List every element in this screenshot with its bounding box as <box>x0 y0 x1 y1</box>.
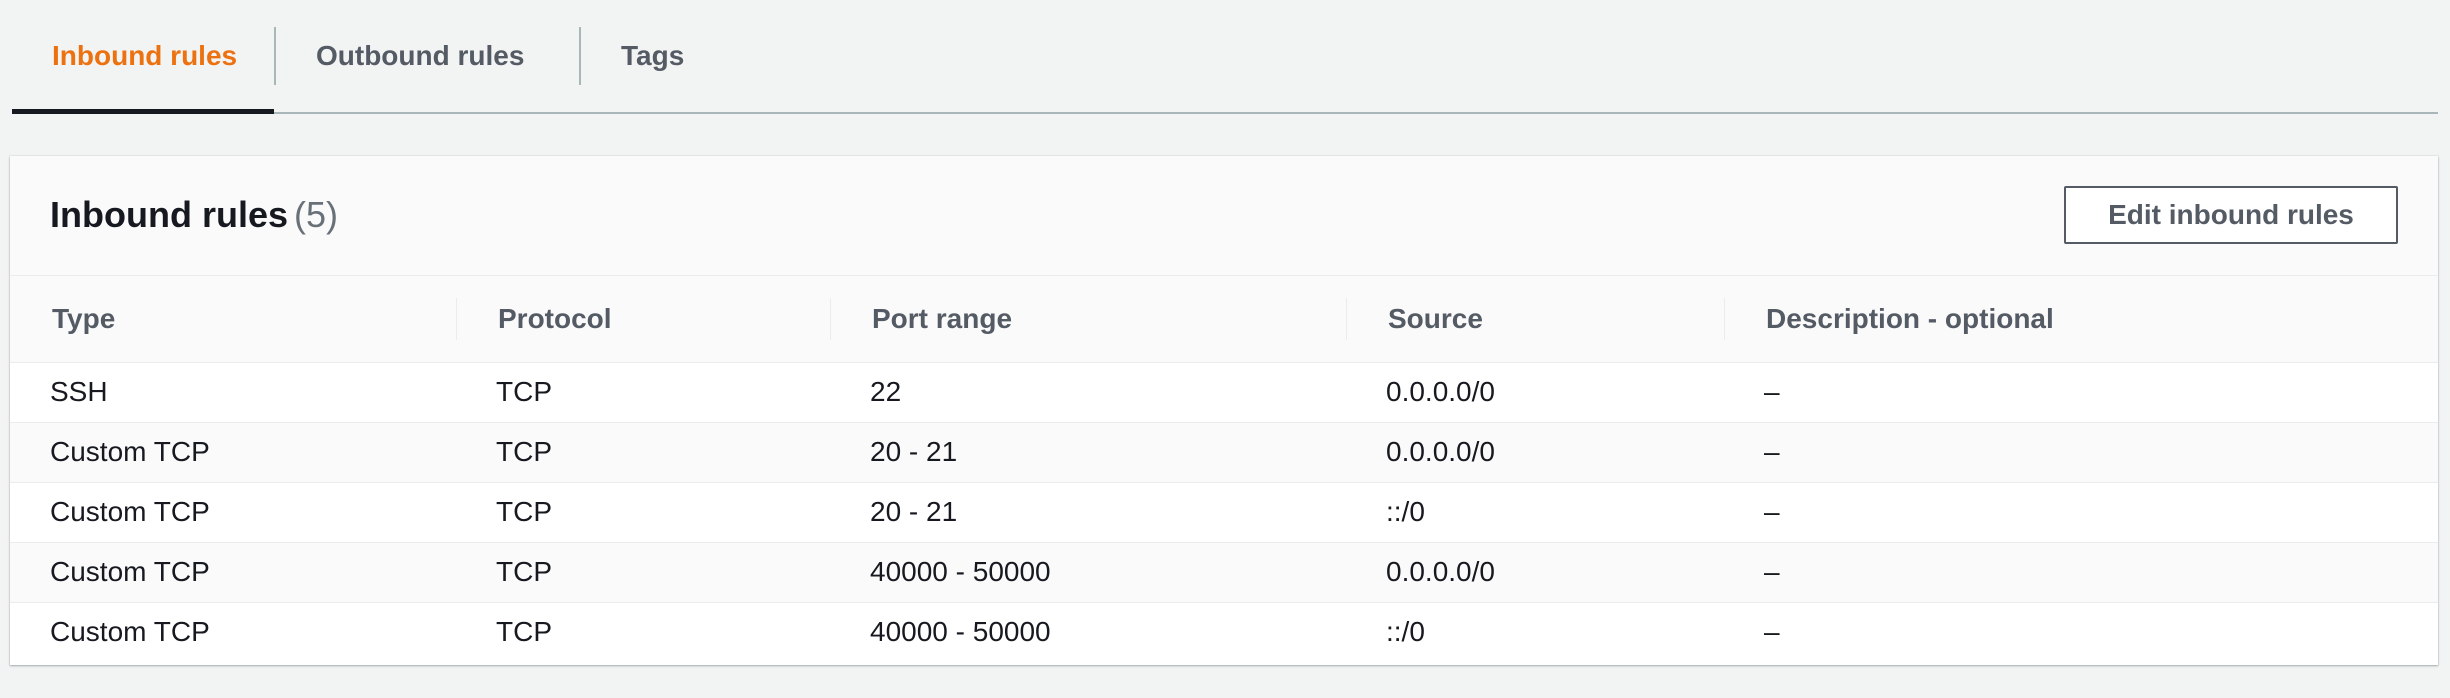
tab-inbound-rules-label: Inbound rules <box>52 40 238 71</box>
table-header-row: Type Protocol Port range Source Descript… <box>10 276 2438 363</box>
cell-port-range: 40000 - 50000 <box>830 542 1346 603</box>
cell-type: Custom TCP <box>50 616 210 648</box>
cell-source: ::/0 <box>1386 616 1425 648</box>
column-header-label: Type <box>52 302 116 334</box>
column-header-port-range[interactable]: Port range <box>830 276 1346 363</box>
column-header-label: Description - optional <box>1766 302 2054 334</box>
column-header-label: Source <box>1388 302 1483 334</box>
cell-description: – <box>1764 616 1780 648</box>
cell-port-range: 20 - 21 <box>830 482 1346 543</box>
cell-port-range: 20 - 21 <box>830 422 1346 483</box>
tab-tags-label: Tags <box>621 40 685 71</box>
table-row: SSH TCP 22 0.0.0.0/0 – <box>10 362 2438 423</box>
panel-header: Inbound rules (5) Edit inbound rules <box>10 156 2438 276</box>
table-row: Custom TCP TCP 20 - 21 ::/0 – <box>10 482 2438 543</box>
cell-source: 0.0.0.0/0 <box>1346 422 1724 483</box>
cell-description: – <box>1724 422 2438 483</box>
cell-protocol: TCP <box>456 422 830 483</box>
panel-title: Inbound rules (5) <box>50 194 338 236</box>
cell-description: – <box>1724 542 2438 603</box>
cell-port-range: 40000 - 50000 <box>870 616 1051 648</box>
column-header-label: Port range <box>872 302 1013 334</box>
table-row: Custom TCP TCP 20 - 21 0.0.0.0/0 – <box>10 422 2438 483</box>
column-header-type[interactable]: Type <box>10 276 456 363</box>
cell-type: Custom TCP <box>10 482 456 543</box>
inbound-rules-panel: Inbound rules (5) Edit inbound rules Type… <box>10 156 2438 665</box>
cell-description: – <box>1724 362 2438 423</box>
tab-outbound-rules[interactable]: Outbound rules <box>274 0 579 112</box>
cell-type: SSH <box>10 362 456 423</box>
column-header-source[interactable]: Source <box>1346 276 1724 363</box>
column-divider <box>1724 298 1725 340</box>
cell-type: Custom TCP <box>10 422 456 483</box>
tab-tags[interactable]: Tags <box>579 0 779 112</box>
table-row: Custom TCP TCP 40000 - 50000 0.0.0.0/0 – <box>10 542 2438 603</box>
column-header-protocol[interactable]: Protocol <box>456 276 830 363</box>
cell-port-range: 22 <box>830 362 1346 423</box>
panel-title-text: Inbound rules <box>50 194 288 235</box>
tab-bar: Inbound rules Outbound rules Tags <box>12 0 2438 114</box>
cell-description: – <box>1724 482 2438 543</box>
cell-source: 0.0.0.0/0 <box>1346 362 1724 423</box>
cell-protocol: TCP <box>456 362 830 423</box>
column-divider <box>456 298 457 340</box>
inbound-rules-table: Type Protocol Port range Source Descript… <box>10 276 2438 662</box>
column-divider <box>830 298 831 340</box>
tab-inbound-rules[interactable]: Inbound rules <box>12 0 274 114</box>
cell-source: ::/0 <box>1346 482 1724 543</box>
cell-type: Custom TCP <box>10 542 456 603</box>
column-header-description[interactable]: Description - optional <box>1724 276 2438 363</box>
cell-protocol: TCP <box>496 616 552 648</box>
cell-protocol: TCP <box>456 482 830 543</box>
column-divider <box>1346 298 1347 340</box>
rule-count: (5) <box>294 194 338 235</box>
column-header-label: Protocol <box>498 302 612 334</box>
cell-source: 0.0.0.0/0 <box>1346 542 1724 603</box>
tab-outbound-rules-label: Outbound rules <box>316 40 525 71</box>
cell-protocol: TCP <box>456 542 830 603</box>
table-row: Custom TCP TCP 40000 - 50000 ::/0 – <box>10 602 2438 662</box>
edit-inbound-rules-button[interactable]: Edit inbound rules <box>2064 186 2398 244</box>
